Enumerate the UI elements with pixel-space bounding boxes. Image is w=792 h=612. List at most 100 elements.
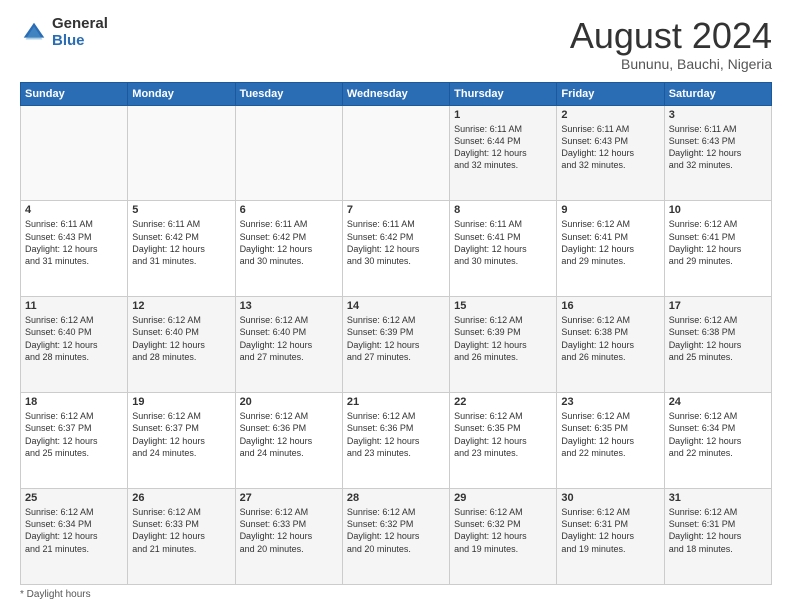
day-number: 15 <box>454 300 552 312</box>
calendar-cell: 19 Sunrise: 6:12 AM Sunset: 6:37 PM Dayli… <box>128 393 235 489</box>
day-number: 2 <box>561 109 659 121</box>
calendar-cell: 20 Sunrise: 6:12 AM Sunset: 6:36 PM Dayli… <box>235 393 342 489</box>
weekday-header-monday: Monday <box>128 82 235 105</box>
day-info: Sunrise: 6:12 AM Sunset: 6:31 PM Dayligh… <box>669 506 767 555</box>
day-info: Sunrise: 6:12 AM Sunset: 6:34 PM Dayligh… <box>669 410 767 459</box>
day-number: 1 <box>454 109 552 121</box>
subtitle: Bununu, Bauchi, Nigeria <box>570 56 772 72</box>
day-number: 27 <box>240 492 338 504</box>
calendar-cell: 28Sunrise: 6:12 AM Sunset: 6:32 PM Dayli… <box>342 489 449 585</box>
day-info: Sunrise: 6:12 AM Sunset: 6:38 PM Dayligh… <box>669 314 767 363</box>
day-info: Sunrise: 6:12 AM Sunset: 6:34 PM Dayligh… <box>25 506 123 555</box>
day-number: 11 <box>25 300 123 312</box>
day-info: Sunrise: 6:12 AM Sunset: 6:33 PM Dayligh… <box>240 506 338 555</box>
day-number: 6 <box>240 204 338 216</box>
day-number: 5 <box>132 204 230 216</box>
weekday-header-tuesday: Tuesday <box>235 82 342 105</box>
day-info: Sunrise: 6:12 AM Sunset: 6:37 PM Dayligh… <box>25 410 123 459</box>
footer-note: * Daylight hours <box>20 589 772 600</box>
calendar-week-3: 11 Sunrise: 6:12 AM Sunset: 6:40 PM Dayli… <box>21 297 772 393</box>
day-info: Sunrise: 6:11 AM Sunset: 6:42 PM Dayligh… <box>240 218 338 267</box>
calendar-cell: 31Sunrise: 6:12 AM Sunset: 6:31 PM Dayli… <box>664 489 771 585</box>
day-info: Sunrise: 6:12 AM Sunset: 6:40 PM Dayligh… <box>132 314 230 363</box>
calendar-cell: 6 Sunrise: 6:11 AM Sunset: 6:42 PM Daylig… <box>235 201 342 297</box>
day-number: 8 <box>454 204 552 216</box>
day-number: 17 <box>669 300 767 312</box>
day-info: Sunrise: 6:12 AM Sunset: 6:39 PM Dayligh… <box>347 314 445 363</box>
weekday-header-wednesday: Wednesday <box>342 82 449 105</box>
calendar-cell: 18 Sunrise: 6:12 AM Sunset: 6:37 PM Dayli… <box>21 393 128 489</box>
calendar-cell: 23Sunrise: 6:12 AM Sunset: 6:35 PM Dayli… <box>557 393 664 489</box>
header: General Blue August 2024 Bununu, Bauchi,… <box>20 16 772 72</box>
day-number: 16 <box>561 300 659 312</box>
calendar-cell: 13 Sunrise: 6:12 AM Sunset: 6:40 PM Dayli… <box>235 297 342 393</box>
calendar-cell: 1Sunrise: 6:11 AM Sunset: 6:44 PM Daylig… <box>450 105 557 201</box>
logo-icon <box>20 19 48 47</box>
calendar-cell: 30 Sunrise: 6:12 AM Sunset: 6:31 PM Dayli… <box>557 489 664 585</box>
day-number: 13 <box>240 300 338 312</box>
day-number: 28 <box>347 492 445 504</box>
calendar-cell: 17 Sunrise: 6:12 AM Sunset: 6:38 PM Dayli… <box>664 297 771 393</box>
logo-text: General Blue <box>52 16 108 49</box>
calendar-table: SundayMondayTuesdayWednesdayThursdayFrid… <box>20 82 772 585</box>
calendar-cell: 11 Sunrise: 6:12 AM Sunset: 6:40 PM Dayli… <box>21 297 128 393</box>
calendar-cell <box>342 105 449 201</box>
day-info: Sunrise: 6:12 AM Sunset: 6:39 PM Dayligh… <box>454 314 552 363</box>
day-info: Sunrise: 6:11 AM Sunset: 6:43 PM Dayligh… <box>561 123 659 172</box>
logo-blue-text: Blue <box>52 33 108 50</box>
weekday-header-friday: Friday <box>557 82 664 105</box>
day-info: Sunrise: 6:11 AM Sunset: 6:43 PM Dayligh… <box>669 123 767 172</box>
calendar-cell: 12 Sunrise: 6:12 AM Sunset: 6:40 PM Dayli… <box>128 297 235 393</box>
day-info: Sunrise: 6:12 AM Sunset: 6:37 PM Dayligh… <box>132 410 230 459</box>
day-number: 23 <box>561 396 659 408</box>
day-info: Sunrise: 6:12 AM Sunset: 6:32 PM Dayligh… <box>454 506 552 555</box>
calendar-body: 1Sunrise: 6:11 AM Sunset: 6:44 PM Daylig… <box>21 105 772 584</box>
calendar-cell: 26Sunrise: 6:12 AM Sunset: 6:33 PM Dayli… <box>128 489 235 585</box>
footer-note-text: Daylight hours <box>27 589 91 600</box>
day-number: 26 <box>132 492 230 504</box>
calendar-cell: 2 Sunrise: 6:11 AM Sunset: 6:43 PM Daylig… <box>557 105 664 201</box>
day-number: 18 <box>25 396 123 408</box>
calendar-cell: 27 Sunrise: 6:12 AM Sunset: 6:33 PM Dayli… <box>235 489 342 585</box>
day-number: 10 <box>669 204 767 216</box>
calendar-cell: 25 Sunrise: 6:12 AM Sunset: 6:34 PM Dayli… <box>21 489 128 585</box>
weekday-header-sunday: Sunday <box>21 82 128 105</box>
day-info: Sunrise: 6:12 AM Sunset: 6:40 PM Dayligh… <box>240 314 338 363</box>
weekday-header-thursday: Thursday <box>450 82 557 105</box>
day-info: Sunrise: 6:12 AM Sunset: 6:35 PM Dayligh… <box>454 410 552 459</box>
day-number: 12 <box>132 300 230 312</box>
day-info: Sunrise: 6:12 AM Sunset: 6:40 PM Dayligh… <box>25 314 123 363</box>
calendar-cell: 7Sunrise: 6:11 AM Sunset: 6:42 PM Daylig… <box>342 201 449 297</box>
day-number: 29 <box>454 492 552 504</box>
day-info: Sunrise: 6:12 AM Sunset: 6:31 PM Dayligh… <box>561 506 659 555</box>
calendar-cell: 15 Sunrise: 6:12 AM Sunset: 6:39 PM Dayli… <box>450 297 557 393</box>
calendar-cell: 29 Sunrise: 6:12 AM Sunset: 6:32 PM Dayli… <box>450 489 557 585</box>
calendar-cell: 14Sunrise: 6:12 AM Sunset: 6:39 PM Dayli… <box>342 297 449 393</box>
day-number: 19 <box>132 396 230 408</box>
day-number: 22 <box>454 396 552 408</box>
day-info: Sunrise: 6:12 AM Sunset: 6:41 PM Dayligh… <box>669 218 767 267</box>
calendar-cell <box>21 105 128 201</box>
day-number: 20 <box>240 396 338 408</box>
day-number: 24 <box>669 396 767 408</box>
day-info: Sunrise: 6:11 AM Sunset: 6:41 PM Dayligh… <box>454 218 552 267</box>
day-number: 25 <box>25 492 123 504</box>
calendar-cell: 4Sunrise: 6:11 AM Sunset: 6:43 PM Daylig… <box>21 201 128 297</box>
calendar-week-4: 18 Sunrise: 6:12 AM Sunset: 6:37 PM Dayli… <box>21 393 772 489</box>
logo: General Blue <box>20 16 108 49</box>
day-number: 7 <box>347 204 445 216</box>
day-info: Sunrise: 6:11 AM Sunset: 6:42 PM Dayligh… <box>132 218 230 267</box>
day-number: 21 <box>347 396 445 408</box>
calendar-cell <box>235 105 342 201</box>
calendar-cell: 3 Sunrise: 6:11 AM Sunset: 6:43 PM Daylig… <box>664 105 771 201</box>
calendar-week-2: 4Sunrise: 6:11 AM Sunset: 6:43 PM Daylig… <box>21 201 772 297</box>
day-info: Sunrise: 6:12 AM Sunset: 6:36 PM Dayligh… <box>240 410 338 459</box>
calendar-cell: 9Sunrise: 6:12 AM Sunset: 6:41 PM Daylig… <box>557 201 664 297</box>
day-number: 3 <box>669 109 767 121</box>
weekday-row: SundayMondayTuesdayWednesdayThursdayFrid… <box>21 82 772 105</box>
day-info: Sunrise: 6:12 AM Sunset: 6:41 PM Dayligh… <box>561 218 659 267</box>
title-section: August 2024 Bununu, Bauchi, Nigeria <box>570 16 772 72</box>
calendar-cell: 21Sunrise: 6:12 AM Sunset: 6:36 PM Dayli… <box>342 393 449 489</box>
logo-general-text: General <box>52 16 108 33</box>
day-number: 30 <box>561 492 659 504</box>
